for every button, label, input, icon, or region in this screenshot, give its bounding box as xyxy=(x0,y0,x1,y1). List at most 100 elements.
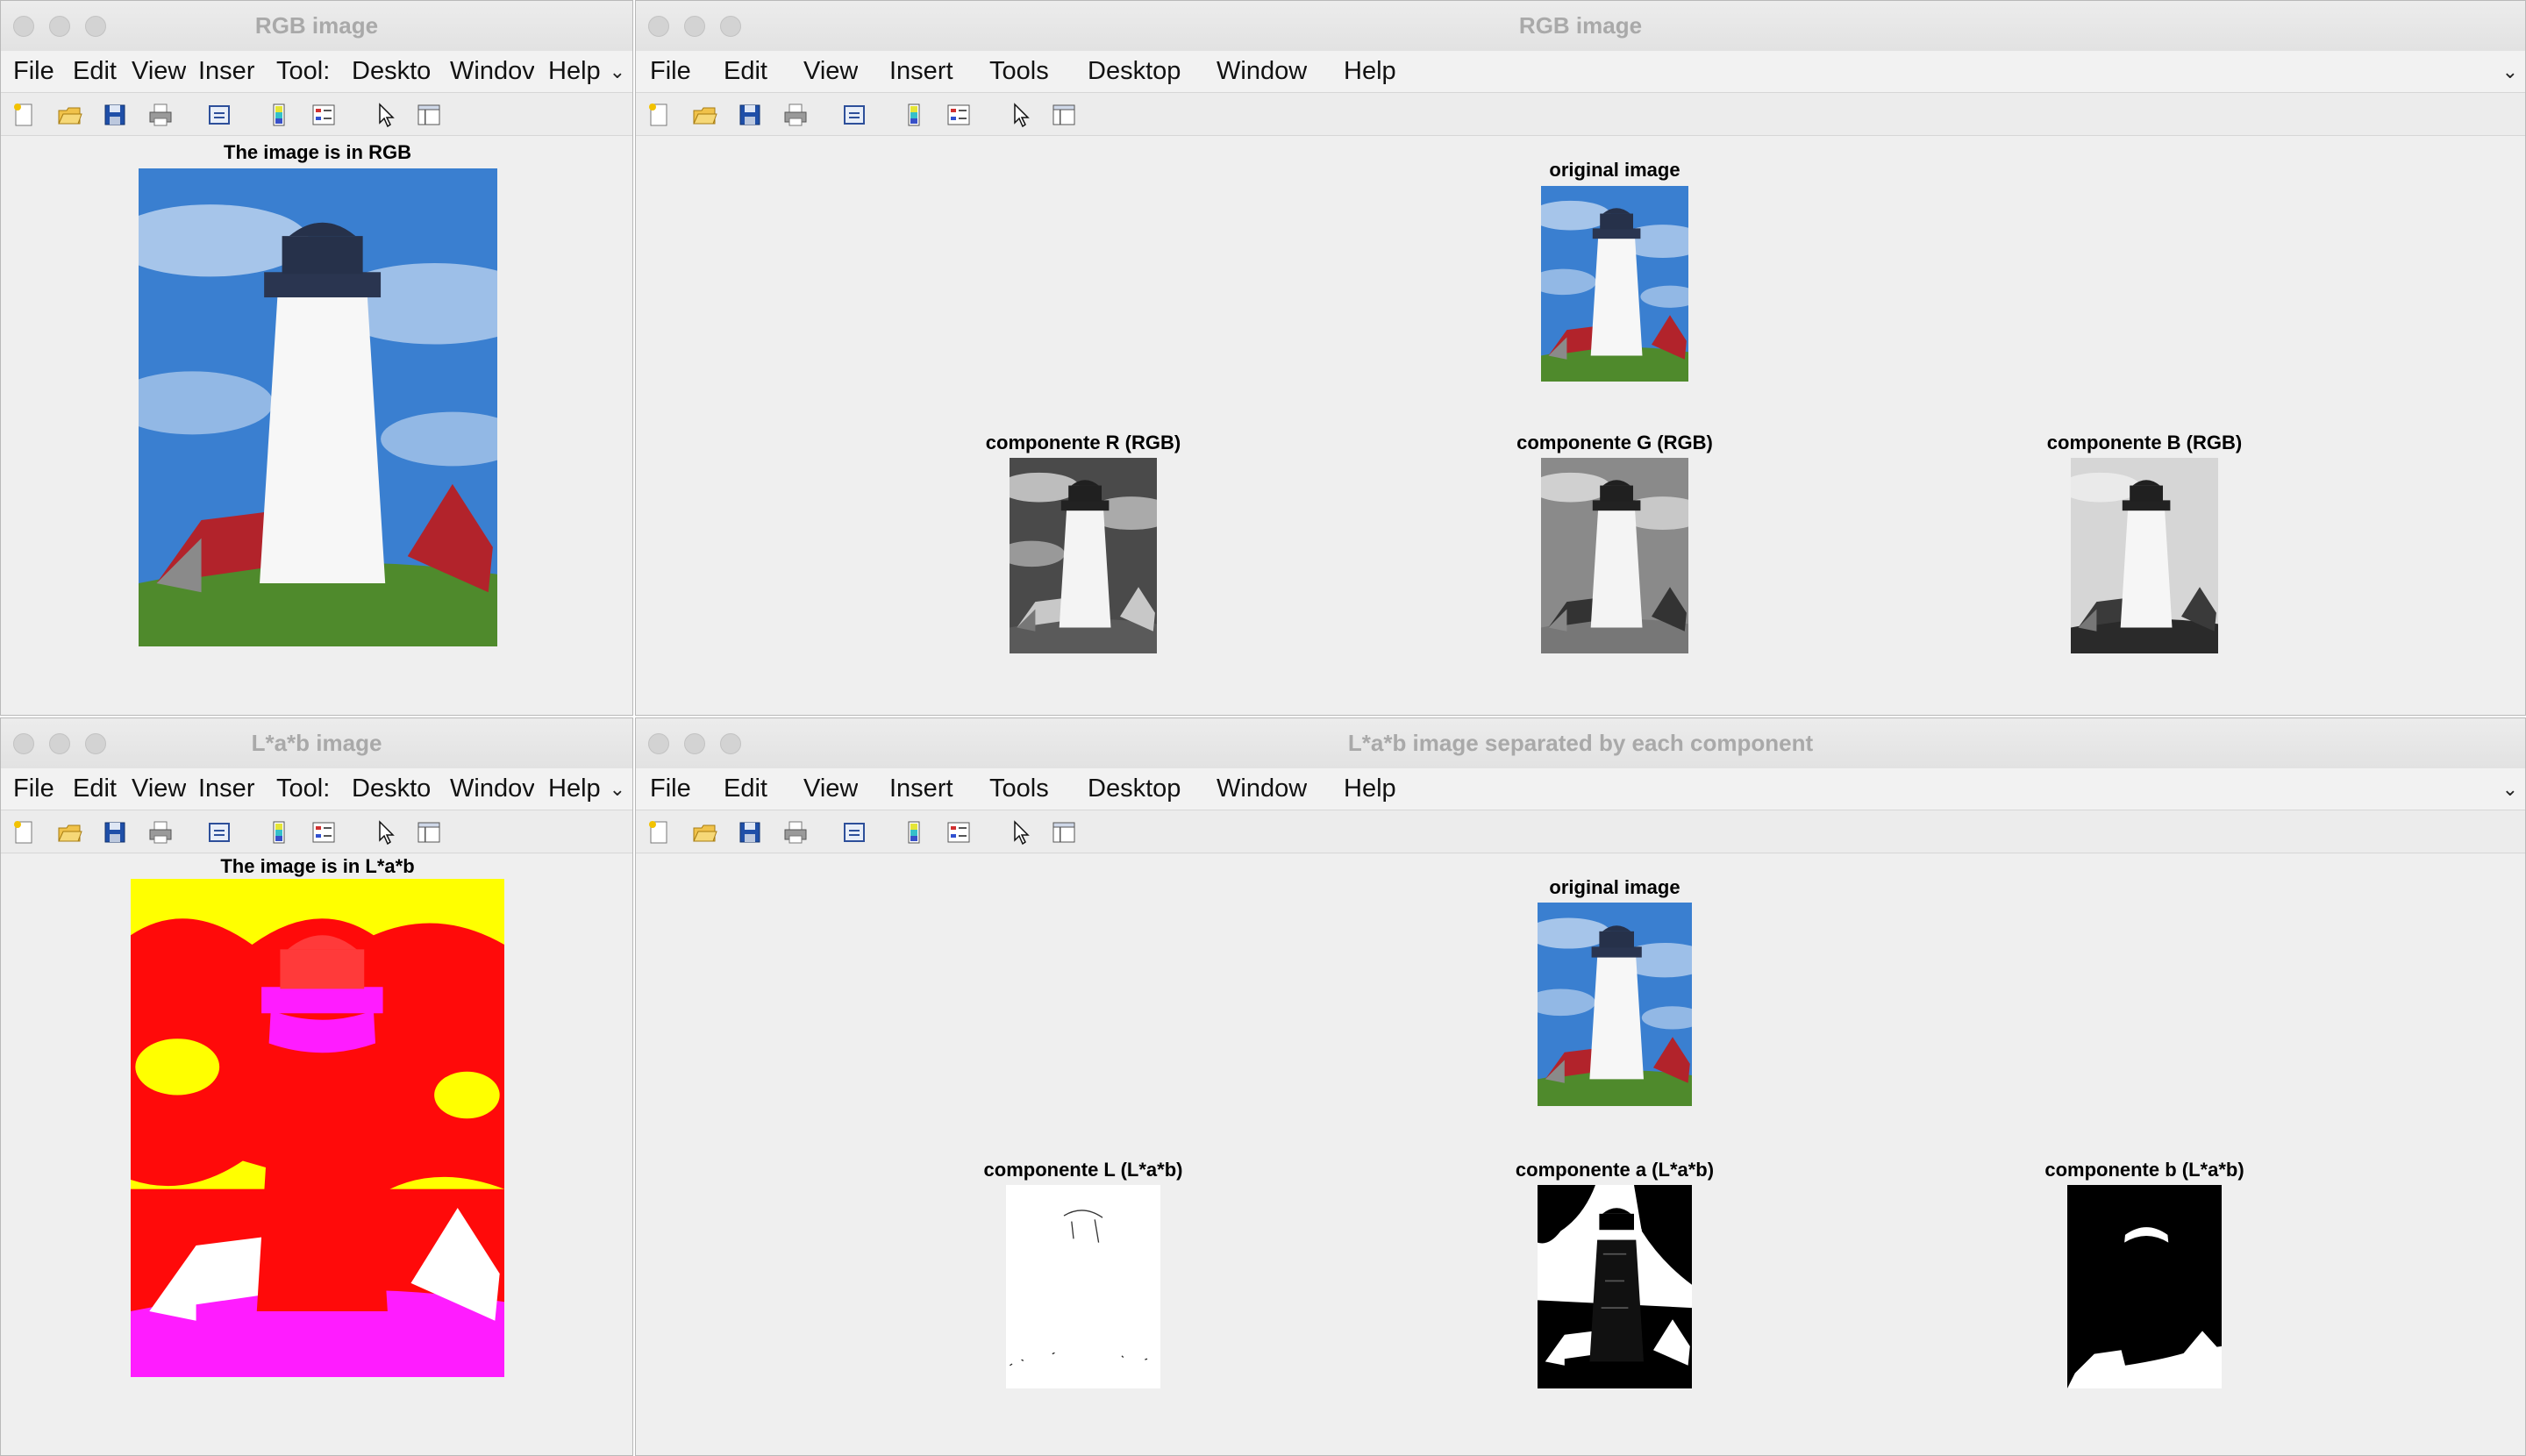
menu-tools[interactable]: Tool: xyxy=(276,768,339,810)
menu-file[interactable]: File xyxy=(650,51,691,92)
open-file-icon[interactable] xyxy=(56,819,82,846)
window-title: RGB image xyxy=(254,12,379,39)
window-titlebar[interactable]: RGB image xyxy=(1,1,632,52)
original-image xyxy=(1538,903,1692,1106)
menu-view[interactable]: View xyxy=(132,51,186,92)
print-icon[interactable] xyxy=(782,102,809,128)
figure-toolbar xyxy=(636,93,2525,136)
link-icon[interactable] xyxy=(841,102,867,128)
legend-icon[interactable] xyxy=(310,102,337,128)
b-component-image xyxy=(2071,458,2218,653)
menu-window[interactable]: Window xyxy=(1217,768,1307,810)
menu-desktop[interactable]: Deskto xyxy=(352,768,434,810)
original-image xyxy=(1541,186,1688,382)
property-inspector-icon[interactable] xyxy=(416,102,442,128)
new-figure-icon[interactable] xyxy=(646,819,672,846)
window-titlebar[interactable]: L*a*b image xyxy=(1,718,632,769)
property-inspector-icon[interactable] xyxy=(1051,819,1077,846)
menu-window[interactable]: Windov xyxy=(450,51,534,92)
window-rgb-image-small[interactable]: RGB image File Edit View Inser Tool: Des… xyxy=(0,0,633,716)
menu-edit[interactable]: Edit xyxy=(73,51,122,92)
menu-file[interactable]: File xyxy=(13,768,62,810)
pointer-icon[interactable] xyxy=(1009,102,1035,128)
menu-help[interactable]: Help xyxy=(1344,51,1396,92)
figure-canvas: original image componente L (L*a*b) comp… xyxy=(636,853,2525,1455)
print-icon[interactable] xyxy=(147,819,174,846)
menu-overflow-chevron-icon[interactable]: ⌄ xyxy=(2502,768,2518,810)
link-icon[interactable] xyxy=(841,819,867,846)
menu-view[interactable]: View xyxy=(132,768,186,810)
figure-toolbar xyxy=(636,810,2525,853)
property-inspector-icon[interactable] xyxy=(416,819,442,846)
save-icon[interactable] xyxy=(737,819,763,846)
window-title: RGB image xyxy=(1518,12,1643,39)
link-icon[interactable] xyxy=(206,819,232,846)
colorbar-icon[interactable] xyxy=(902,819,928,846)
axes-title: The image is in L*a*b xyxy=(220,855,415,877)
axes-title-g-component: componente G (RGB) xyxy=(1516,432,1713,453)
menu-insert[interactable]: Insert xyxy=(889,51,953,92)
menu-edit[interactable]: Edit xyxy=(724,51,767,92)
menu-tools[interactable]: Tools xyxy=(989,51,1049,92)
menu-bar: File Edit View Inser Tool: Deskto Windov… xyxy=(1,768,632,810)
menu-view[interactable]: View xyxy=(803,768,858,810)
colorbar-icon[interactable] xyxy=(267,102,293,128)
menu-desktop[interactable]: Desktop xyxy=(1088,51,1181,92)
window-rgb-image-components[interactable]: RGB image File Edit View Insert Tools De… xyxy=(635,0,2526,716)
window-titlebar[interactable]: L*a*b image separated by each component xyxy=(636,718,2525,769)
menu-desktop[interactable]: Desktop xyxy=(1088,768,1181,810)
legend-icon[interactable] xyxy=(945,819,972,846)
menu-help[interactable]: Help xyxy=(548,51,606,92)
window-titlebar[interactable]: RGB image xyxy=(636,1,2525,52)
menu-insert[interactable]: Inser xyxy=(198,768,260,810)
save-icon[interactable] xyxy=(737,102,763,128)
menu-edit[interactable]: Edit xyxy=(73,768,122,810)
legend-icon[interactable] xyxy=(945,102,972,128)
open-file-icon[interactable] xyxy=(56,102,82,128)
figure-canvas: The image is in L*a*b xyxy=(1,853,632,1455)
save-icon[interactable] xyxy=(102,102,128,128)
open-file-icon[interactable] xyxy=(691,102,717,128)
pointer-icon[interactable] xyxy=(374,819,400,846)
new-figure-icon[interactable] xyxy=(11,102,37,128)
menu-window[interactable]: Window xyxy=(1217,51,1307,92)
window-lab-image-components[interactable]: L*a*b image separated by each component … xyxy=(635,717,2526,1456)
menu-file[interactable]: File xyxy=(13,51,62,92)
property-inspector-icon[interactable] xyxy=(1051,102,1077,128)
menu-file[interactable]: File xyxy=(650,768,691,810)
menu-tools[interactable]: Tool: xyxy=(276,51,339,92)
save-icon[interactable] xyxy=(102,819,128,846)
menu-insert[interactable]: Insert xyxy=(889,768,953,810)
menu-desktop[interactable]: Deskto xyxy=(352,51,434,92)
menu-edit[interactable]: Edit xyxy=(724,768,767,810)
axes-title: The image is in RGB xyxy=(224,141,411,163)
pointer-icon[interactable] xyxy=(374,102,400,128)
axes-title-a-component: componente a (L*a*b) xyxy=(1515,1159,1715,1181)
print-icon[interactable] xyxy=(147,102,174,128)
menu-window[interactable]: Windov xyxy=(450,768,534,810)
menu-view[interactable]: View xyxy=(803,51,858,92)
menu-insert[interactable]: Inser xyxy=(198,51,260,92)
open-file-icon[interactable] xyxy=(691,819,717,846)
menu-help[interactable]: Help xyxy=(548,768,606,810)
colorbar-icon[interactable] xyxy=(267,819,293,846)
menu-overflow-chevron-icon[interactable]: ⌄ xyxy=(610,51,625,92)
legend-icon[interactable] xyxy=(310,819,337,846)
menu-overflow-chevron-icon[interactable]: ⌄ xyxy=(2502,51,2518,92)
new-figure-icon[interactable] xyxy=(11,819,37,846)
menu-bar: File Edit View Inser Tool: Deskto Windov… xyxy=(1,51,632,93)
menu-tools[interactable]: Tools xyxy=(989,768,1049,810)
pointer-icon[interactable] xyxy=(1009,819,1035,846)
axes-title-b-component: componente B (RGB) xyxy=(2046,432,2243,453)
window-title: L*a*b image xyxy=(251,730,382,756)
colorbar-icon[interactable] xyxy=(902,102,928,128)
print-icon[interactable] xyxy=(782,819,809,846)
new-figure-icon[interactable] xyxy=(646,102,672,128)
axes-title-b-component: componente b (L*a*b) xyxy=(2044,1159,2244,1181)
window-lab-image-small[interactable]: L*a*b image File Edit View Inser Tool: D… xyxy=(0,717,633,1456)
figure-toolbar xyxy=(1,93,632,136)
menu-help[interactable]: Help xyxy=(1344,768,1396,810)
menu-bar: File Edit View Insert Tools Desktop Wind… xyxy=(636,768,2525,810)
link-icon[interactable] xyxy=(206,102,232,128)
menu-overflow-chevron-icon[interactable]: ⌄ xyxy=(610,768,625,810)
